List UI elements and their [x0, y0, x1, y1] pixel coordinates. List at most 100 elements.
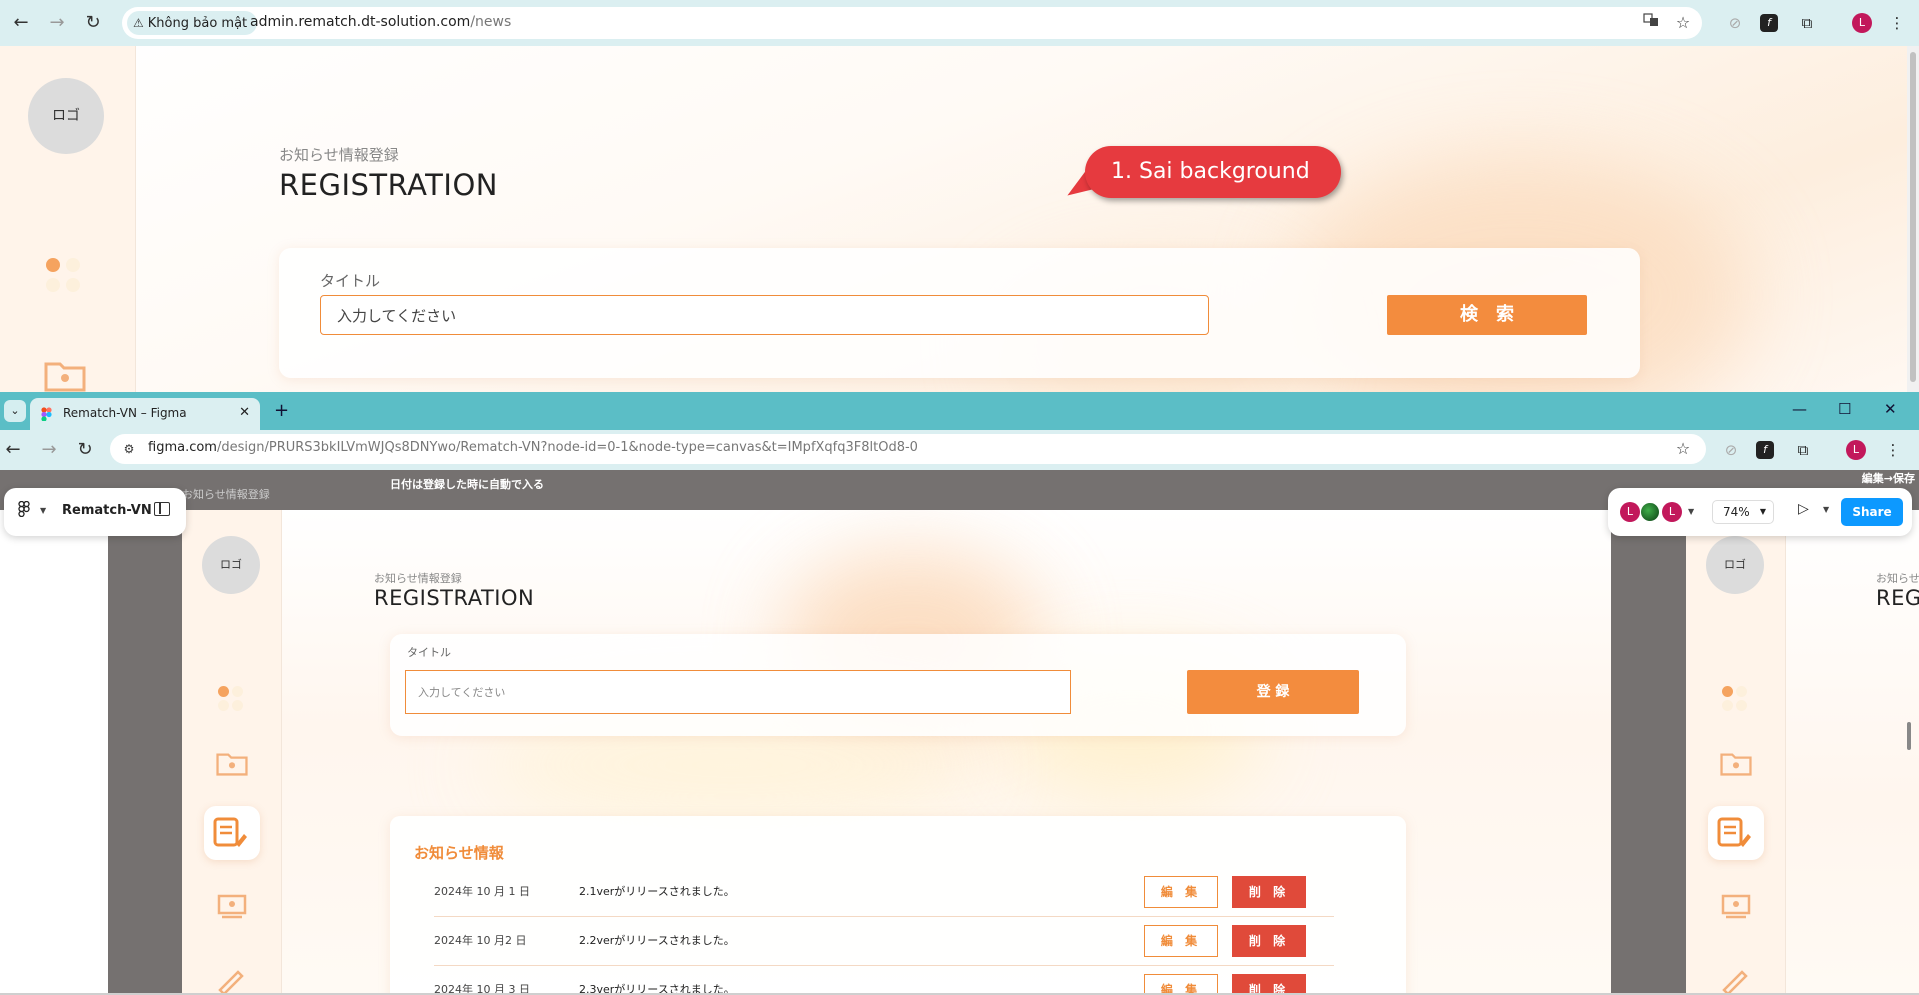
extension-compass-icon[interactable]: ⊘	[1720, 439, 1742, 461]
sidebar: ロゴ	[0, 46, 136, 392]
frame-label[interactable]: お知らせ情報登録	[182, 486, 270, 502]
monitor-user-icon	[1720, 894, 1752, 924]
back-arrow-icon[interactable]: ←	[2, 439, 24, 461]
zoom-control[interactable]: 74% ▼	[1712, 500, 1774, 524]
minimize-icon[interactable]: —	[1792, 400, 1807, 418]
profile-avatar[interactable]: L	[1852, 13, 1872, 33]
collaborator-avatar[interactable]: L	[1620, 502, 1640, 522]
present-play-icon[interactable]: ▷	[1798, 501, 1809, 517]
reload-icon[interactable]: ↻	[82, 12, 104, 34]
design-subtitle: お知らせ情報登録	[374, 572, 462, 585]
design-title-input: 入力してください	[405, 670, 1071, 714]
design-title-label: タイトル	[407, 646, 451, 659]
delete-button: 削 除	[1232, 974, 1306, 995]
figma-browser-window: ⌄ Rematch-VN – Figma ✕ + — ☐ ✕ ← → ↻ ⚙ f…	[0, 392, 1919, 995]
translate-icon[interactable]	[1640, 12, 1662, 34]
canvas-scrollbar[interactable]	[1907, 722, 1911, 750]
design-logo-2: ロゴ	[1706, 536, 1764, 594]
bookmark-star-icon[interactable]: ☆	[1672, 12, 1694, 34]
extension-compass-icon[interactable]: ⊘	[1724, 12, 1746, 34]
extensions-puzzle-icon[interactable]: ⧉	[1792, 439, 1814, 461]
delete-button: 削 除	[1232, 876, 1306, 908]
figma-file-name[interactable]: Rematch-VN	[62, 503, 152, 518]
canvas-gray-left	[108, 510, 182, 995]
new-tab-plus-icon[interactable]: +	[274, 400, 289, 421]
top-browser-toolbar: ← → ↻ ⚠ Không bảo mật admin.rematch.dt-so…	[0, 0, 1919, 46]
news-date: 2024年 10 月 1 日	[434, 885, 530, 898]
folder-user-icon[interactable]	[44, 358, 86, 392]
news-row: 2024年 10 月 3 日 2.3verがリリースされました。 編 集 削 除	[434, 966, 1334, 995]
address-bar[interactable]: ⚠ Không bảo mật admin.rematch.dt-solution…	[122, 7, 1702, 39]
url-text: figma.com/design/PRURS3bkILVmWJQs8DNYwo/…	[148, 440, 918, 455]
page-subtitle: お知らせ情報登録	[279, 146, 399, 164]
extension-f-icon[interactable]: f	[1756, 441, 1774, 459]
chevron-down-icon: ▼	[1759, 507, 1766, 516]
folder-user-icon	[216, 750, 248, 780]
figma-favicon-icon	[41, 407, 52, 421]
search-button[interactable]: 検 索	[1387, 295, 1587, 335]
chevron-down-icon[interactable]: ▼	[1688, 507, 1694, 516]
news-row: 2024年 10 月 1 日 2.1verがリリースされました。 編 集 削 除	[434, 868, 1334, 917]
tab-close-icon[interactable]: ✕	[239, 405, 250, 420]
monitor-user-icon	[216, 894, 248, 924]
logo[interactable]: ロゴ	[28, 78, 104, 154]
edit-button: 編 集	[1144, 974, 1218, 995]
design-frame[interactable]: ロゴ お知らせ情報登録 REGISTRATION タイトル 入力してください 登…	[182, 510, 1611, 995]
toggle-sidebar-icon[interactable]	[154, 502, 170, 516]
site-settings-icon[interactable]: ⚙	[118, 438, 140, 460]
design-register-card: タイトル 入力してください 登 録	[390, 634, 1406, 736]
document-edit-icon	[1716, 816, 1754, 854]
design-sidebar: ロゴ	[182, 510, 282, 995]
extension-f-icon[interactable]: f	[1760, 14, 1778, 32]
extensions-puzzle-icon[interactable]: ⧉	[1796, 12, 1818, 34]
annotation-callout: 1. Sai background	[1085, 146, 1341, 198]
maximize-icon[interactable]: ☐	[1838, 400, 1851, 418]
menu-dots-icon[interactable]: ⋮	[1882, 439, 1904, 461]
edit-button: 編 集	[1144, 876, 1218, 908]
design-news-card: お知らせ情報 2024年 10 月 1 日 2.1verがリリースされました。 …	[390, 816, 1406, 995]
profile-avatar[interactable]: L	[1846, 440, 1866, 460]
not-secure-chip[interactable]: ⚠ Không bảo mật	[127, 11, 258, 35]
url-text: admin.rematch.dt-solution.com/news	[250, 14, 512, 30]
tab-strip: ⌄ Rematch-VN – Figma ✕ + — ☐ ✕	[0, 392, 1919, 430]
warning-icon: ⚠	[133, 16, 144, 30]
forward-arrow-icon[interactable]: →	[38, 439, 60, 461]
back-arrow-icon[interactable]: ←	[10, 12, 32, 34]
news-heading: お知らせ情報	[414, 844, 504, 862]
canvas-gray-middle	[1611, 510, 1686, 995]
tab-figma[interactable]: Rematch-VN – Figma ✕	[30, 398, 260, 430]
design-register-button: 登 録	[1187, 670, 1359, 714]
news-text: 2.2verがリリースされました。	[579, 934, 735, 947]
design-sidebar-2: ロゴ	[1686, 510, 1786, 995]
collaborator-avatar[interactable]: L	[1662, 502, 1682, 522]
folder-user-icon	[1720, 750, 1752, 780]
page-scrollbar[interactable]	[1907, 46, 1919, 392]
figma-browser-toolbar: ← → ↻ ⚙ figma.com/design/PRURS3bkILVmWJQ…	[0, 430, 1919, 470]
forward-arrow-icon[interactable]: →	[46, 12, 68, 34]
bookmark-star-icon[interactable]: ☆	[1672, 438, 1694, 460]
title-input[interactable]: 入力してください	[320, 295, 1209, 335]
chevron-down-icon[interactable]: ▼	[1823, 505, 1829, 514]
document-edit-icon	[212, 816, 250, 854]
design-title: REGISTRATION	[374, 586, 535, 610]
page-title: REGISTRATION	[279, 168, 498, 202]
window-close-icon[interactable]: ✕	[1884, 400, 1897, 418]
design-subtitle-2: お知らせ	[1876, 572, 1919, 585]
edit-button: 編 集	[1144, 925, 1218, 957]
menu-dots-icon[interactable]: ⋮	[1886, 12, 1908, 34]
title-field-label: タイトル	[320, 272, 381, 290]
tab-search-chevron-icon[interactable]: ⌄	[4, 400, 26, 422]
reload-icon[interactable]: ↻	[74, 439, 96, 461]
chevron-down-icon[interactable]: ▼	[40, 506, 46, 515]
design-frame-2[interactable]: ロゴ お知らせ REG	[1686, 510, 1919, 995]
pencil-icon	[1720, 964, 1750, 995]
canvas-note-edit-save: 編集→保存	[1861, 472, 1915, 485]
address-bar[interactable]: ⚙ figma.com/design/PRURS3bkILVmWJQs8DNYw…	[110, 434, 1706, 464]
collaborator-avatar-photo[interactable]	[1640, 502, 1660, 522]
share-button[interactable]: Share	[1841, 498, 1903, 526]
figma-menu-icon[interactable]	[18, 500, 30, 521]
delete-button: 削 除	[1232, 925, 1306, 957]
design-logo: ロゴ	[202, 536, 260, 594]
figma-file-panel[interactable]: ▼ Rematch-VN	[4, 488, 186, 536]
figma-canvas[interactable]: 日付は登録した時に自動で入る お知らせ情報登録 編集→保存 ロゴ お知らせ情報登…	[0, 470, 1919, 995]
